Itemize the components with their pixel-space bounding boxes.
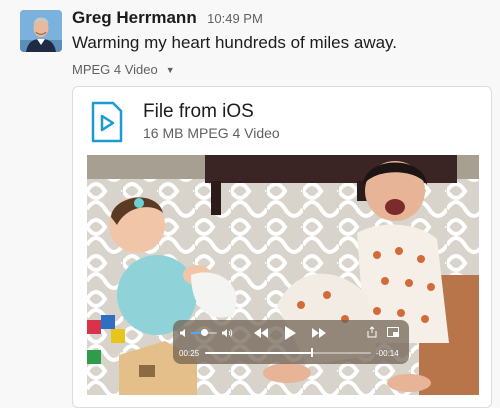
volume-high-icon[interactable] bbox=[221, 328, 233, 338]
video-controls: 00:25 -00:14 bbox=[173, 320, 409, 364]
volume-slider[interactable] bbox=[191, 329, 217, 336]
video-file-icon bbox=[91, 101, 123, 143]
attachment-toggle[interactable]: MPEG 4 Video ▼ bbox=[72, 62, 175, 77]
remaining-time: -00:14 bbox=[376, 349, 399, 358]
rewind-icon[interactable] bbox=[253, 327, 269, 339]
file-name[interactable]: File from iOS bbox=[143, 101, 254, 123]
progress-scrubber[interactable] bbox=[311, 348, 314, 357]
progress-bar[interactable] bbox=[205, 348, 371, 357]
picture-in-picture-icon[interactable] bbox=[387, 327, 399, 337]
chevron-down-icon: ▼ bbox=[165, 64, 175, 75]
file-attachment-card[interactable]: File from iOS 16 MB MPEG 4 Video 00:25 -… bbox=[72, 86, 492, 408]
avatar[interactable] bbox=[20, 10, 62, 52]
message-text: Warming my heart hundreds of miles away. bbox=[72, 33, 398, 52]
progress-fill bbox=[205, 352, 312, 354]
avatar-image bbox=[20, 10, 62, 52]
file-meta: 16 MB MPEG 4 Video bbox=[143, 125, 280, 141]
message-header: Greg Herrmann 10:49 PM bbox=[72, 8, 263, 30]
play-icon[interactable] bbox=[283, 325, 297, 341]
current-time: 00:25 bbox=[179, 349, 200, 358]
volume-knob[interactable] bbox=[201, 329, 208, 336]
video-player[interactable]: 00:25 -00:14 bbox=[87, 155, 479, 395]
share-icon[interactable] bbox=[367, 326, 377, 338]
volume-low-icon[interactable] bbox=[179, 328, 189, 338]
attachment-toggle-label: MPEG 4 Video bbox=[72, 62, 158, 77]
message-timestamp[interactable]: 10:49 PM bbox=[207, 11, 263, 26]
fast-forward-icon[interactable] bbox=[311, 327, 327, 339]
sender-name[interactable]: Greg Herrmann bbox=[72, 8, 197, 27]
